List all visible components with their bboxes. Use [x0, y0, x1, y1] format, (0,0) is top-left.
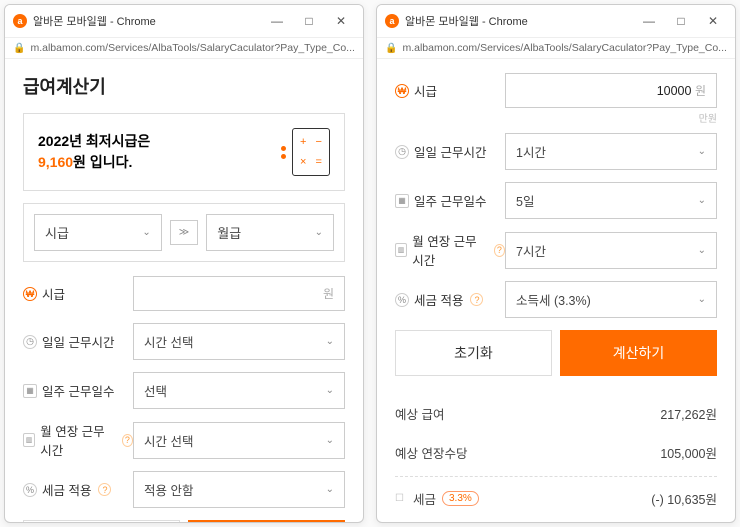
chevron-down-icon: ⌄ [326, 336, 334, 347]
monthly-ot-select[interactable]: 시간 선택 ⌄ [133, 422, 345, 459]
salary-form: ₩ 시급 10000 원 만원 ◷ 일일 근무시간 1시간 ⌄ [395, 73, 717, 318]
subunit-label: 만원 [395, 110, 717, 125]
tax-label: % 세금 적용 ? [23, 480, 133, 499]
tax-icon: % [23, 483, 37, 497]
window-title: 알바몬 모바일웹 - Chrome [405, 13, 635, 29]
result-row-overtime-pay: 예상 연장수당 105,000원 [395, 433, 717, 472]
maximize-button[interactable]: □ [667, 11, 695, 31]
chevron-down-icon: ⌄ [142, 227, 150, 238]
lock-icon: 🔒 [385, 43, 397, 54]
hourly-wage-input[interactable]: 원 [133, 276, 345, 311]
maximize-button[interactable]: □ [295, 11, 323, 31]
min-wage-banner: 2022년 최저시급은 9,160원 입니다. +−×= [23, 113, 345, 191]
close-button[interactable]: ✕ [699, 11, 727, 31]
salary-form: ₩ 시급 원 ◷ 일일 근무시간 시간 선택 ⌄ ▦ [23, 276, 345, 508]
calculate-button[interactable]: 계산하기 [188, 520, 345, 522]
pay-type-converter: 시급 ⌄ ≫ 월급 ⌄ [23, 203, 345, 262]
weekly-days-select[interactable]: 5일 ⌄ [505, 182, 717, 219]
help-icon[interactable]: ? [494, 244, 505, 257]
tax-rate-badge: 3.3% [442, 491, 479, 506]
chevron-down-icon: ⌄ [326, 385, 334, 396]
chevron-down-icon: ⌄ [698, 195, 706, 206]
favicon-icon: a [385, 14, 399, 28]
chevron-down-icon: ⌄ [698, 146, 706, 157]
calculate-button[interactable]: 계산하기 [560, 330, 717, 376]
results-panel: 예상 급여 217,262원 예상 연장수당 105,000원 ☐ 세금 3.3… [395, 394, 717, 522]
reset-button[interactable]: 초기화 [395, 330, 552, 376]
lock-icon: 🔒 [13, 43, 25, 54]
hourly-wage-label: ₩ 시급 [23, 284, 133, 303]
url-text: m.albamon.com/Services/AlbaTools/SalaryC… [30, 42, 355, 54]
daily-hours-label: ◷ 일일 근무시간 [395, 142, 505, 161]
tax-select[interactable]: 적용 안함 ⌄ [133, 471, 345, 508]
help-icon[interactable]: ? [98, 483, 111, 496]
chevron-down-icon: ⌄ [315, 227, 323, 238]
content-left: 급여계산기 2022년 최저시급은 9,160원 입니다. +−×= 시급 ⌄ … [5, 59, 363, 522]
minimize-button[interactable]: — [635, 11, 663, 31]
daily-hours-select[interactable]: 시간 선택 ⌄ [133, 323, 345, 360]
help-icon[interactable]: ? [470, 293, 483, 306]
url-bar[interactable]: 🔒 m.albamon.com/Services/AlbaTools/Salar… [377, 38, 735, 59]
banner-text: 2022년 최저시급은 9,160원 입니다. [38, 131, 150, 173]
chevron-down-icon: ⌄ [698, 294, 706, 305]
weekly-days-select[interactable]: 선택 ⌄ [133, 372, 345, 409]
titlebar: a 알바몬 모바일웹 - Chrome — □ ✕ [377, 5, 735, 38]
chevron-down-icon: ⌄ [326, 484, 334, 495]
arrow-right-icon: ≫ [170, 220, 198, 245]
close-button[interactable]: ✕ [327, 11, 355, 31]
url-text: m.albamon.com/Services/AlbaTools/SalaryC… [402, 42, 727, 54]
clock-icon: ◷ [23, 335, 37, 349]
minimize-button[interactable]: — [263, 11, 291, 31]
monthly-ot-label: ▥ 월 연장 근무시간 ? [23, 421, 133, 459]
chevron-down-icon: ⌄ [698, 245, 706, 256]
result-row-estimated-pay: 예상 급여 217,262원 [395, 394, 717, 433]
weekly-days-label: ▦ 일주 근무일수 [23, 381, 133, 400]
window-right: a 알바몬 모바일웹 - Chrome — □ ✕ 🔒 m.albamon.co… [376, 4, 736, 523]
hourly-wage-input[interactable]: 10000 원 [505, 73, 717, 108]
daily-hours-label: ◷ 일일 근무시간 [23, 332, 133, 351]
calculator-icon: +−×= [281, 128, 330, 176]
overtime-icon: ▥ [23, 433, 35, 447]
won-icon: ₩ [23, 287, 37, 301]
calendar-icon: ▦ [395, 194, 409, 208]
titlebar: a 알바몬 모바일웹 - Chrome — □ ✕ [5, 5, 363, 38]
monthly-ot-label: ▥ 월 연장 근무시간 ? [395, 231, 505, 269]
hourly-wage-label: ₩ 시급 [395, 81, 505, 100]
weekly-days-label: ▦ 일주 근무일수 [395, 191, 505, 210]
monthly-ot-select[interactable]: 7시간 ⌄ [505, 232, 717, 269]
url-bar[interactable]: 🔒 m.albamon.com/Services/AlbaTools/Salar… [5, 38, 363, 59]
check-icon: ☐ [395, 493, 404, 504]
help-icon[interactable]: ? [122, 434, 133, 447]
tax-icon: % [395, 293, 409, 307]
content-right: ₩ 시급 10000 원 만원 ◷ 일일 근무시간 1시간 ⌄ [377, 59, 735, 522]
tax-select[interactable]: 소득세 (3.3%) ⌄ [505, 281, 717, 318]
tax-label: % 세금 적용 ? [395, 290, 505, 309]
pay-type-to-select[interactable]: 월급 ⌄ [206, 214, 334, 251]
clock-icon: ◷ [395, 145, 409, 159]
window-left: a 알바몬 모바일웹 - Chrome — □ ✕ 🔒 m.albamon.co… [4, 4, 364, 523]
calendar-icon: ▦ [23, 384, 37, 398]
pay-type-from-select[interactable]: 시급 ⌄ [34, 214, 162, 251]
favicon-icon: a [13, 14, 27, 28]
reset-button[interactable]: 초기화 [23, 520, 180, 522]
won-icon: ₩ [395, 84, 409, 98]
window-title: 알바몬 모바일웹 - Chrome [33, 13, 263, 29]
page-title: 급여계산기 [23, 73, 345, 99]
chevron-down-icon: ⌄ [326, 435, 334, 446]
result-row-tax: ☐ 세금 3.3% (-) 10,635원 [395, 476, 717, 518]
daily-hours-select[interactable]: 1시간 ⌄ [505, 133, 717, 170]
overtime-icon: ▥ [395, 243, 407, 257]
